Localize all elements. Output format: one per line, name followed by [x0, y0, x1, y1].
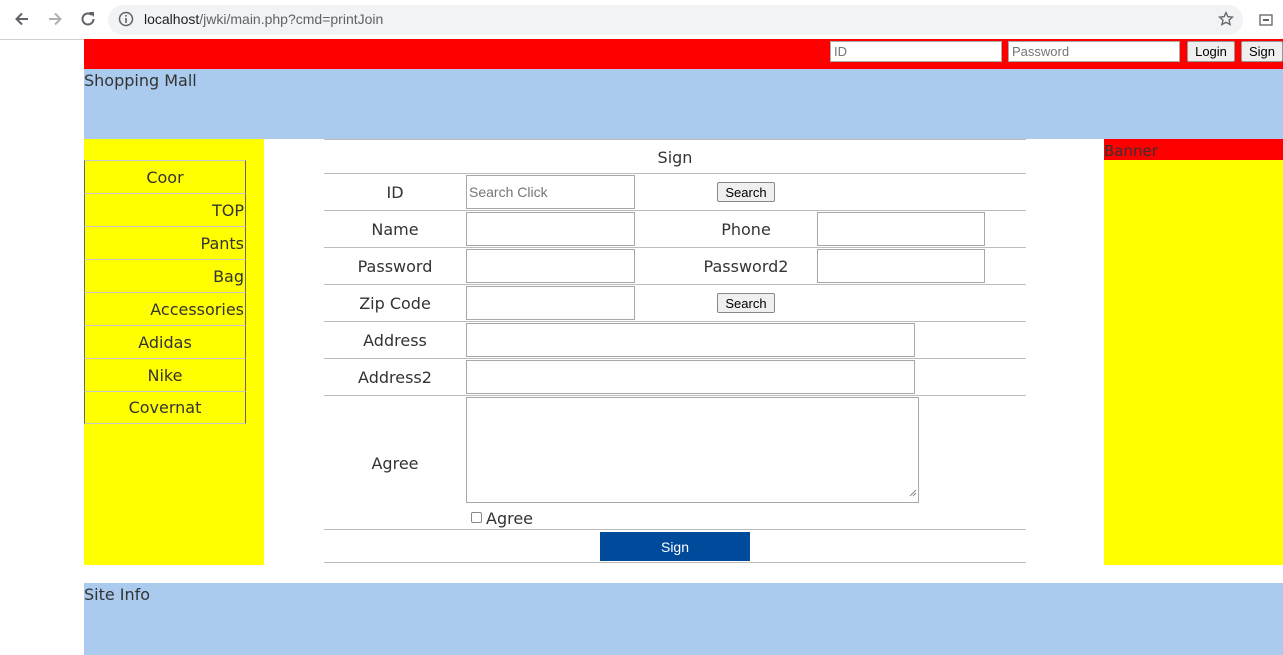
menu-item-nike[interactable]: Nike	[84, 358, 246, 391]
id-label: ID	[386, 183, 404, 202]
agree-label: Agree	[371, 454, 419, 473]
sign-submit-button[interactable]: Sign	[600, 532, 750, 561]
name-label: Name	[371, 220, 419, 239]
phone-label: Phone	[721, 220, 771, 239]
form-title: Sign	[657, 148, 693, 167]
zip-field[interactable]	[466, 286, 635, 320]
reload-icon[interactable]	[77, 8, 99, 30]
menu-item-adidas[interactable]: Adidas	[84, 325, 246, 358]
password2-field[interactable]	[817, 249, 985, 283]
address-label: Address	[363, 331, 427, 350]
menu-item-accessories[interactable]: Accessories	[84, 292, 246, 325]
url-host: localhost	[144, 11, 200, 27]
id-field[interactable]: Search Click	[466, 175, 635, 209]
menu-item-top[interactable]: TOP	[84, 193, 246, 226]
password-row: Password Password2	[324, 247, 1026, 284]
login-bar: Login Sign	[84, 39, 1283, 69]
site-header: Shopping Mall	[84, 69, 1283, 139]
resize-handle-icon[interactable]	[908, 482, 917, 501]
zip-row: Zip Code Search	[324, 284, 1026, 321]
password2-label: Password2	[703, 257, 789, 276]
menu-item-bag[interactable]: Bag	[84, 259, 246, 292]
extension-icon[interactable]	[1259, 12, 1273, 31]
sign-button[interactable]: Sign	[1241, 41, 1283, 62]
login-button[interactable]: Login	[1187, 41, 1235, 62]
site-info: Site Info	[84, 585, 151, 604]
address2-label: Address2	[358, 368, 432, 387]
password-field[interactable]	[466, 249, 635, 283]
address-row: Address	[324, 321, 1026, 358]
menu-item-coor[interactable]: Coor	[84, 160, 246, 193]
site-footer: Site Info	[84, 583, 1283, 655]
right-sidebar: Banner	[1104, 139, 1283, 565]
star-icon[interactable]	[1217, 10, 1235, 31]
submit-row: Sign	[324, 529, 1026, 563]
agree-textarea[interactable]	[466, 397, 919, 503]
id-input[interactable]	[830, 41, 1002, 62]
agree-checkbox-label[interactable]: Agree	[486, 509, 533, 528]
password-input[interactable]	[1008, 41, 1180, 62]
password-label: Password	[357, 257, 433, 276]
url-path: /jwki/main.php?cmd=printJoin	[199, 11, 384, 27]
category-menu: Coor TOP Pants Bag Accessories Adidas Ni…	[84, 160, 246, 424]
address-field[interactable]	[466, 323, 915, 357]
address-bar[interactable]: localhost/jwki/main.php?cmd=printJoin	[108, 5, 1243, 35]
info-icon[interactable]	[118, 11, 134, 31]
address2-row: Address2	[324, 358, 1026, 395]
left-sidebar: Coor TOP Pants Bag Accessories Adidas Ni…	[84, 139, 264, 565]
url-text: localhost/jwki/main.php?cmd=printJoin	[144, 11, 383, 27]
zip-label: Zip Code	[359, 294, 431, 313]
form-title-row: Sign	[324, 139, 1026, 173]
menu-item-pants[interactable]: Pants	[84, 226, 246, 259]
name-field[interactable]	[466, 212, 635, 246]
phone-field[interactable]	[817, 212, 985, 246]
zip-search-button[interactable]: Search	[717, 293, 775, 313]
signup-form: Sign ID Search Click Search Name Phone P…	[324, 139, 1026, 563]
agree-row: Agree Agree	[324, 395, 1026, 529]
back-icon[interactable]	[11, 8, 33, 30]
browser-toolbar: localhost/jwki/main.php?cmd=printJoin	[0, 0, 1283, 40]
id-search-button[interactable]: Search	[717, 182, 775, 202]
name-row: Name Phone	[324, 210, 1026, 247]
agree-checkbox[interactable]	[471, 512, 482, 523]
id-row: ID Search Click Search	[324, 173, 1026, 210]
banner[interactable]: Banner	[1104, 139, 1283, 160]
forward-icon[interactable]	[44, 8, 66, 30]
address2-field[interactable]	[466, 360, 915, 394]
menu-item-covernat[interactable]: Covernat	[84, 391, 246, 424]
site-title: Shopping Mall	[84, 71, 197, 90]
